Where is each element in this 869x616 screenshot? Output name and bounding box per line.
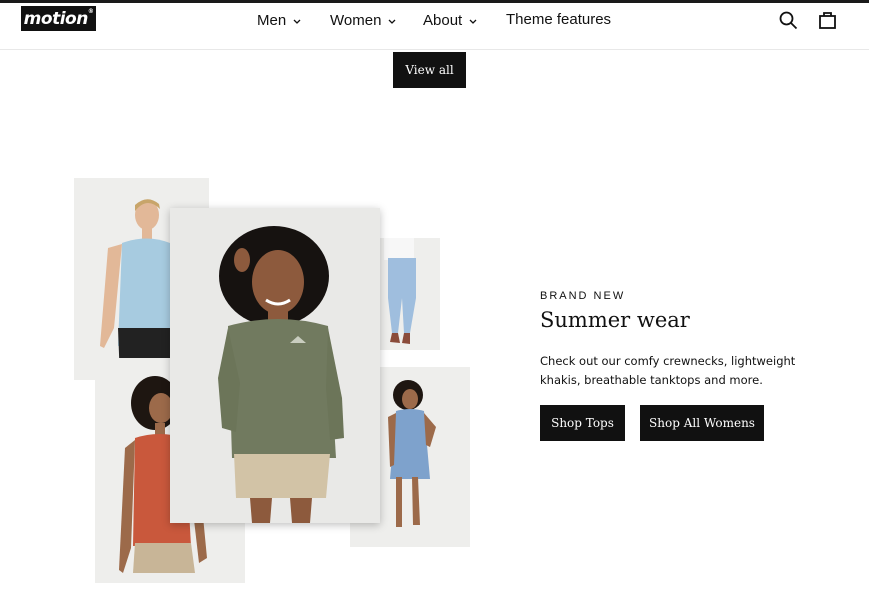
product-photo-olive-crewneck[interactable] (170, 208, 380, 523)
view-all-button[interactable]: View all (393, 52, 466, 88)
main-nav: Men Women About Theme features (0, 11, 869, 41)
nav-item-label: Theme features (506, 11, 612, 28)
site-header: motion® Men Women About Theme features (0, 3, 869, 50)
nav-item-women[interactable]: Women (330, 11, 396, 41)
promo-eyebrow: BRAND NEW (540, 290, 626, 302)
chevron-down-icon (293, 11, 301, 29)
promo-title: Summer wear (540, 308, 690, 332)
nav-item-label: Women (330, 12, 382, 29)
shop-all-womens-button[interactable]: Shop All Womens (640, 405, 764, 441)
nav-item-men[interactable]: Men (257, 11, 301, 41)
chevron-down-icon (388, 11, 396, 29)
nav-item-label: Men (257, 12, 287, 29)
product-photo-blue-pants[interactable] (380, 238, 440, 350)
nav-item-label: About (423, 12, 463, 29)
search-icon[interactable] (779, 11, 798, 35)
cart-icon[interactable] (819, 11, 836, 34)
chevron-down-icon (469, 11, 477, 29)
nav-item-theme-features[interactable]: Theme features (506, 11, 611, 41)
nav-item-about[interactable]: About (423, 11, 477, 41)
shop-tops-button[interactable]: Shop Tops (540, 405, 625, 441)
promo-description: Check out our comfy crewnecks, lightweig… (540, 354, 796, 387)
